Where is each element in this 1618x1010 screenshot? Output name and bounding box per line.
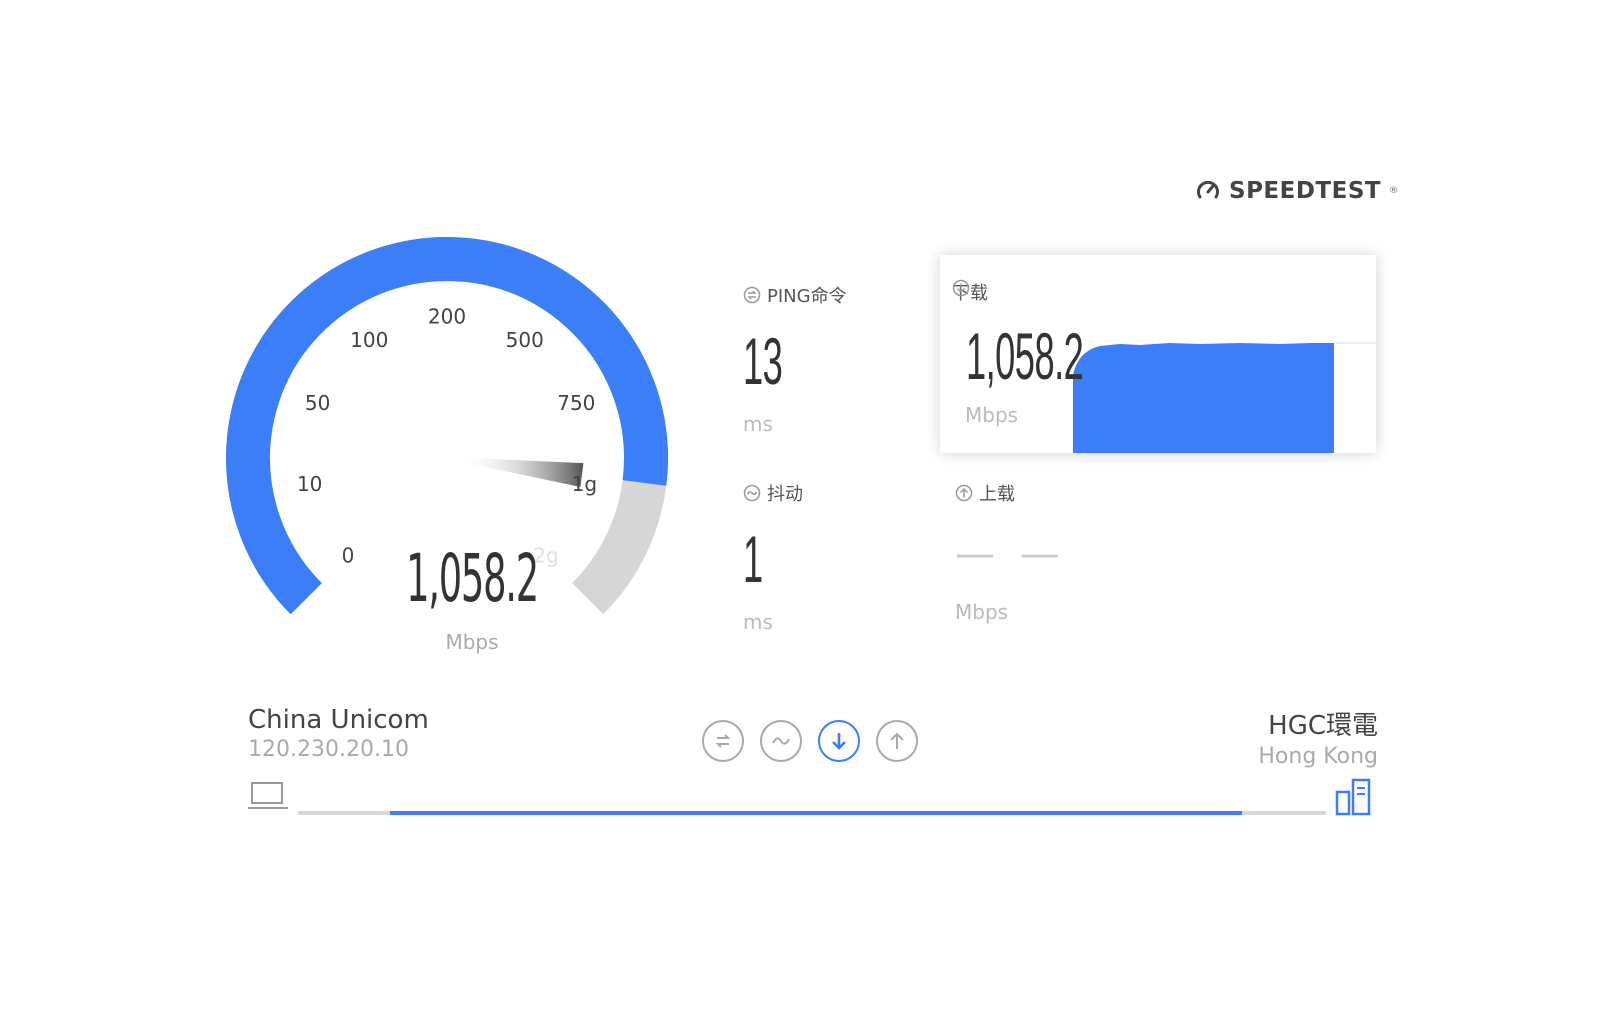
gauge-speed-unit: Mbps (445, 630, 499, 654)
isp-name: China Unicom (248, 705, 429, 735)
gauge-tick-1g: 1g (572, 472, 597, 496)
ping-icon (743, 286, 761, 304)
brand-name: SPEEDTEST (1229, 178, 1382, 204)
ping-value: 13 (743, 324, 783, 398)
gauge-tick-0: 0 (342, 543, 355, 567)
ping-unit: ms (743, 412, 773, 436)
speedometer-icon (1197, 180, 1219, 199)
ping-label: PING命令 (767, 286, 847, 307)
gauge-tick-750: 750 (557, 391, 595, 415)
gauge-tick-50: 50 (305, 391, 330, 415)
gauge-speed-value: 1,058.2 (406, 540, 539, 617)
upload-value: — — (955, 531, 1066, 577)
gauge-tick-10: 10 (297, 472, 322, 496)
upload-icon (955, 484, 973, 502)
test-progress-fill (390, 811, 1242, 815)
test-progress-bar (298, 811, 1326, 815)
client-ip: 120.230.20.10 (248, 737, 409, 762)
download-unit: Mbps (965, 403, 1019, 427)
gauge-tick-500: 500 (506, 328, 544, 352)
jitter-unit: ms (743, 610, 773, 634)
download-value: 1,058.2 (966, 319, 1084, 393)
download-icon (832, 733, 846, 750)
upload-unit: Mbps (955, 600, 1009, 624)
stage-ping (702, 720, 744, 762)
gauge-needle (458, 457, 584, 487)
upload-metric: 上载 — — Mbps (955, 480, 1066, 624)
server-name[interactable]: HGC環電 (1258, 705, 1378, 742)
stage-jitter (760, 720, 802, 762)
download-graph-area (1073, 343, 1334, 453)
upload-icon (890, 732, 904, 749)
gauge-tick-200: 200 (428, 305, 466, 329)
server-info[interactable]: HGC環電 Hong Kong (1258, 705, 1378, 769)
jitter-label: 抖动 (767, 484, 803, 505)
ping-metric: PING命令 13 ms (743, 282, 847, 436)
ping-icon (715, 734, 731, 748)
stage-upload (876, 720, 918, 762)
upload-label: 上载 (979, 484, 1015, 505)
speed-gauge: 0 10 50 100 200 500 750 1g 2g 1,058.2 Mbps (226, 237, 712, 660)
gauge-tick-100: 100 (350, 328, 388, 352)
jitter-metric: 抖动 1 ms (743, 480, 803, 634)
server-icon (1335, 778, 1375, 820)
jitter-icon (743, 484, 761, 502)
client-info: China Unicom 120.230.20.10 (248, 705, 429, 762)
stage-download (818, 720, 860, 762)
test-stages (702, 720, 918, 762)
server-location: Hong Kong (1258, 744, 1378, 769)
download-card: 下载 1,058.2 Mbps (940, 255, 1376, 453)
brand-trademark: ® (1389, 186, 1399, 196)
download-icon (952, 279, 970, 297)
jitter-value: 1 (743, 522, 763, 596)
laptop-icon (248, 780, 288, 814)
speedtest-logo: SPEEDTEST ® (1195, 178, 1398, 204)
jitter-icon (772, 737, 790, 745)
